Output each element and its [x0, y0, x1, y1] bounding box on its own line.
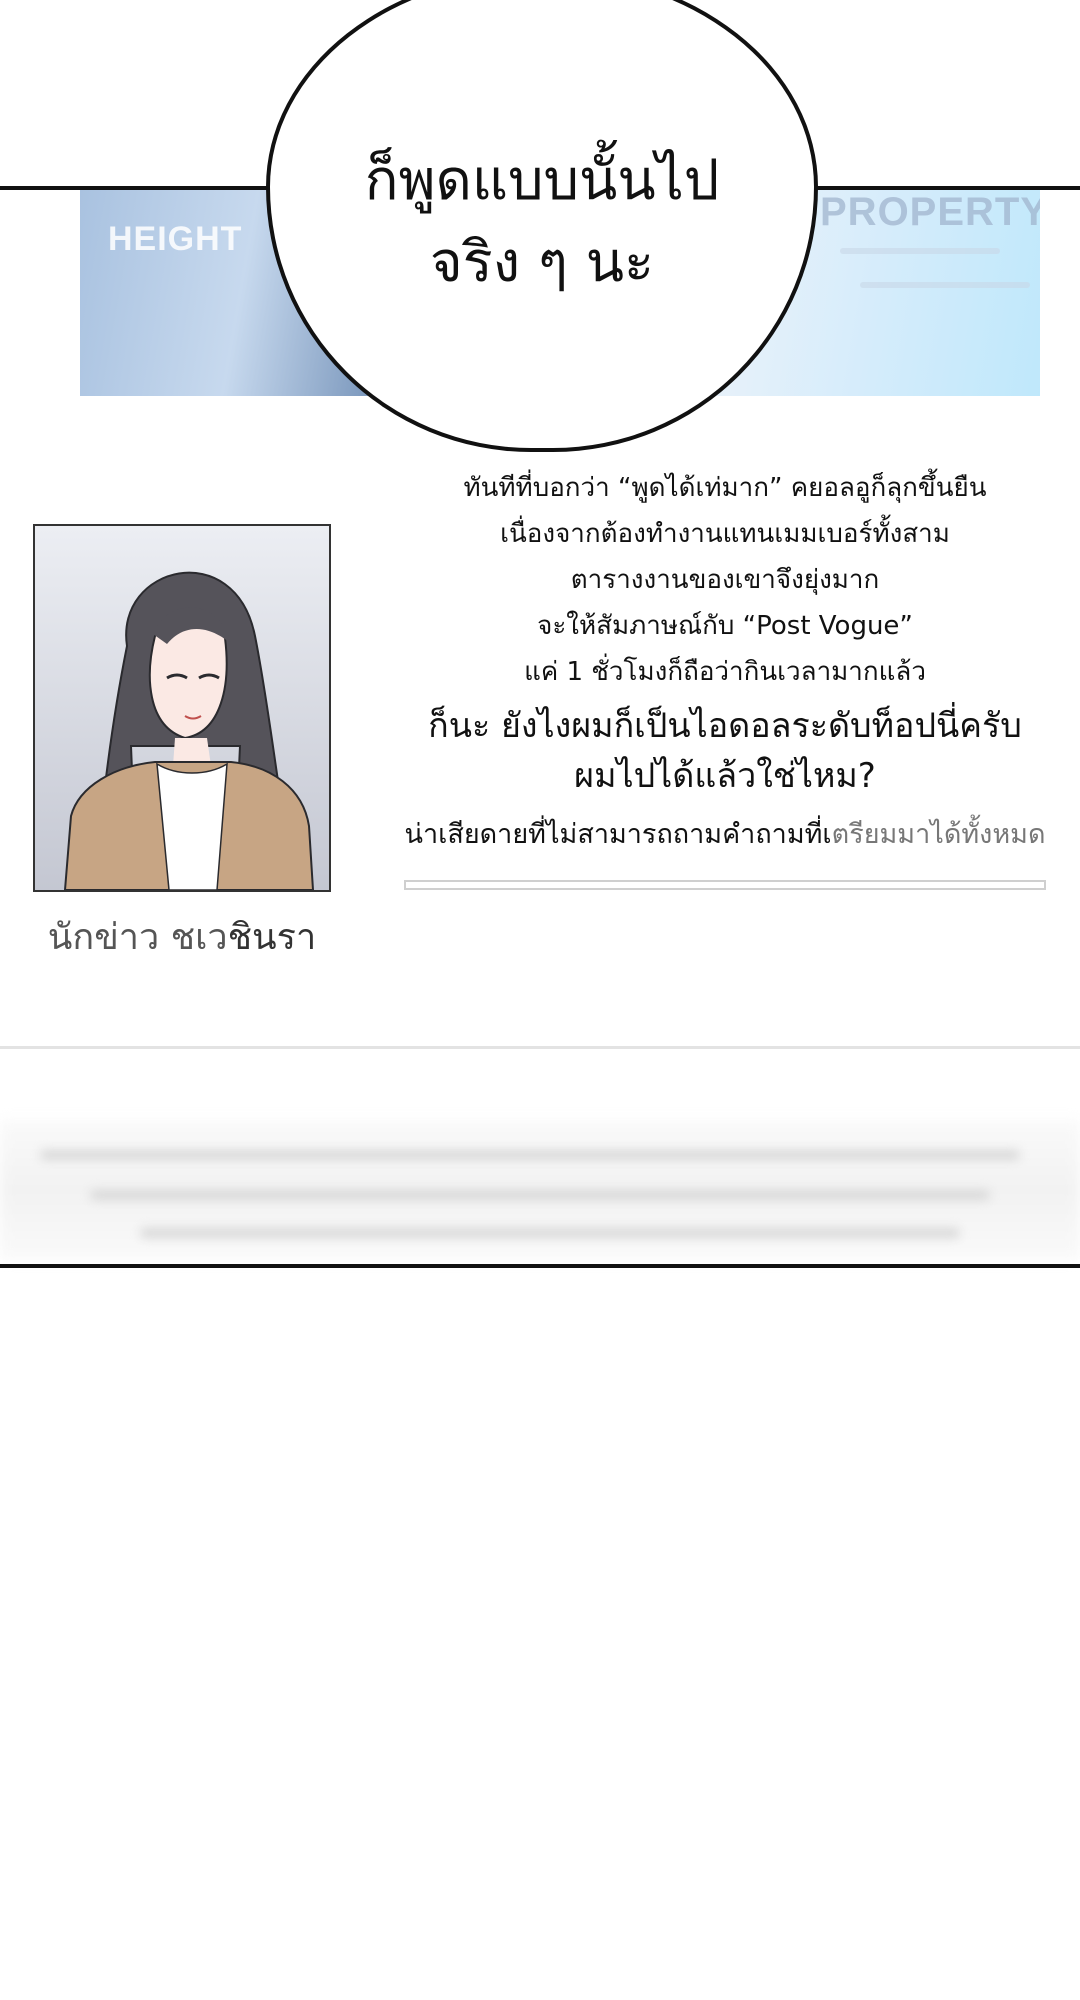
reporter-illustration [35, 526, 329, 890]
article-note-main: น่าเสียดายที่ไม่สามารถถามคำถามที่เ [404, 819, 832, 850]
blurred-row [140, 1228, 960, 1238]
article-line: จะให้สัมภาษณ์กับ “Post Vogue” [537, 611, 913, 641]
article-line: แค่ 1 ชั่วโมงก็ถือว่ากินเวลามากแล้ว [524, 657, 926, 687]
banner-faint-line [860, 282, 1030, 288]
banner-height-label: HEIGHT [108, 220, 243, 258]
article-quote-line: ก็นะ ยังไงผมก็เป็นไอดอลระดับท็อปนี่ครับ [428, 706, 1022, 746]
blurred-row [40, 1150, 1020, 1160]
section-divider [0, 1046, 1080, 1049]
article-progress-bar [404, 880, 1046, 890]
speech-line-2: จริง ๆ นะ [429, 230, 655, 295]
speech-bubble-text: ก็พูดแบบนั้นไป จริง ๆ นะ [266, 140, 818, 304]
article-line: ตารางงานของเขาจึงยุ่งมาก [570, 565, 880, 595]
article-quote-line: ผมไปได้แล้วใช่ไหม? [574, 756, 876, 796]
article-text-block: ทันทีที่บอกว่า “พูดได้เท่มาก” คยอลอูก็ลุ… [380, 465, 1070, 855]
article-note-faded: ตรียมมาได้ทั้งหมด [831, 819, 1046, 850]
reporter-title: นักข่าว ชเว [47, 917, 228, 958]
banner-faint-line [840, 248, 1000, 254]
article-note: น่าเสียดายที่ไม่สามารถถามคำถามที่เตรียมม… [380, 815, 1070, 855]
reporter-caption: นักข่าว ชเวชินรา [33, 908, 331, 965]
banner-property-label: PROPERTY: [820, 190, 1040, 234]
article-line: ทันทีที่บอกว่า “พูดได้เท่มาก” คยอลอูก็ลุ… [463, 473, 987, 503]
article-line: เนื่องจากต้องทำงานแทนเมมเบอร์ทั้งสาม [500, 519, 950, 549]
panel-bottom-border [0, 1264, 1080, 1268]
speech-line-1: ก็พูดแบบนั้นไป [364, 148, 720, 213]
reporter-portrait [33, 524, 331, 892]
blurred-row [90, 1190, 990, 1200]
reporter-name: ชินรา [227, 917, 317, 958]
